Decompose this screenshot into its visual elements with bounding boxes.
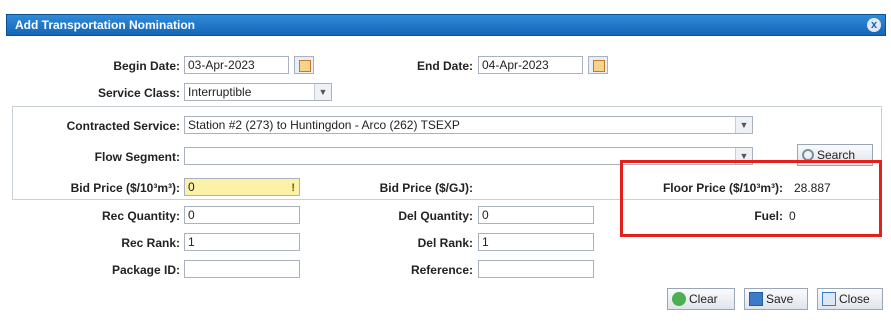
service-class-label: Service Class: — [97, 86, 180, 100]
warning-icon: ! — [291, 182, 295, 194]
end-date-calendar-icon[interactable] — [588, 56, 608, 74]
end-date-label: End Date: — [416, 59, 473, 73]
chevron-down-icon[interactable]: ▼ — [735, 117, 752, 133]
bid-price-gj-label: Bid Price ($/GJ): — [379, 181, 473, 195]
rec-rank-label: Rec Rank: — [121, 236, 180, 250]
contracted-service-value: Station #2 (273) to Huntingdon - Arco (2… — [188, 118, 460, 132]
dialog-titlebar[interactable]: Add Transportation Nomination x — [6, 14, 886, 36]
begin-date-calendar-icon[interactable] — [294, 56, 314, 74]
close-window-icon — [822, 291, 836, 306]
begin-date-label: Begin Date: — [113, 59, 180, 73]
reference-label: Reference: — [410, 263, 473, 277]
bid-price-m3-label: Bid Price ($/10³m³): — [70, 181, 180, 195]
clear-button[interactable]: Clear — [667, 288, 735, 310]
rec-rank-input[interactable]: 1 — [184, 233, 300, 251]
clear-button-label: Clear — [689, 292, 718, 306]
service-class-select[interactable]: Interruptible ▼ — [184, 83, 332, 101]
bid-price-m3-value: 0 — [188, 180, 195, 194]
close-icon[interactable]: x — [867, 18, 881, 32]
dialog-title: Add Transportation Nomination — [15, 18, 195, 32]
contracted-service-label: Contracted Service: — [66, 119, 180, 133]
package-id-label: Package ID: — [111, 263, 180, 277]
service-class-value: Interruptible — [188, 85, 252, 99]
save-button[interactable]: Save — [744, 288, 808, 310]
save-icon — [749, 291, 763, 306]
reference-input[interactable] — [478, 260, 594, 278]
highlight-box — [620, 160, 882, 237]
del-quantity-input[interactable]: 0 — [478, 206, 594, 224]
close-button[interactable]: Close — [817, 288, 883, 310]
del-quantity-label: Del Quantity: — [398, 209, 473, 223]
close-button-label: Close — [839, 292, 870, 306]
rec-quantity-input[interactable]: 0 — [184, 206, 300, 224]
begin-date-input[interactable]: 03-Apr-2023 — [184, 56, 289, 74]
clear-icon — [672, 291, 686, 306]
del-rank-label: Del Rank: — [417, 236, 473, 250]
end-date-input[interactable]: 04-Apr-2023 — [478, 56, 583, 74]
background-strip — [0, 0, 891, 14]
bid-price-m3-input[interactable]: 0 ! — [184, 178, 300, 196]
chevron-down-icon[interactable]: ▼ — [314, 84, 331, 100]
flow-segment-label: Flow Segment: — [94, 150, 180, 164]
save-button-label: Save — [766, 292, 794, 306]
rec-quantity-label: Rec Quantity: — [101, 209, 180, 223]
del-rank-input[interactable]: 1 — [478, 233, 594, 251]
contracted-service-select[interactable]: Station #2 (273) to Huntingdon - Arco (2… — [184, 116, 753, 134]
package-id-input[interactable] — [184, 260, 300, 278]
